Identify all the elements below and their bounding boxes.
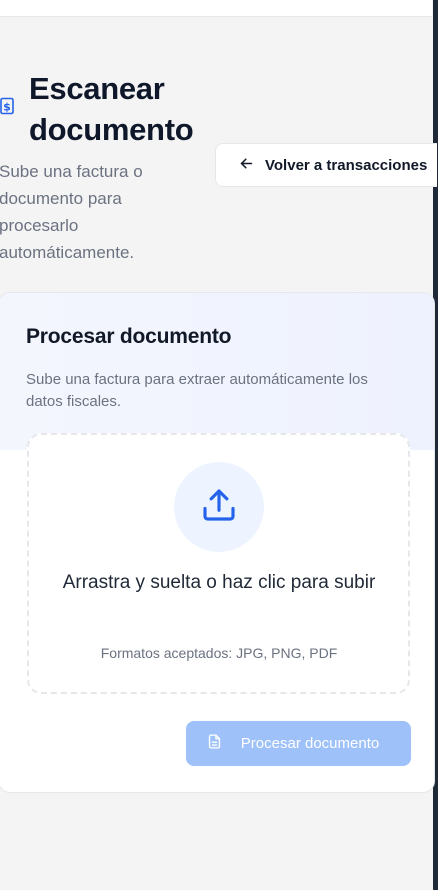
page-title: Escanear documento — [29, 71, 194, 147]
accepted-formats: Formatos aceptados: JPG, PNG, PDF — [100, 645, 338, 661]
card-title: Procesar documento — [26, 325, 232, 348]
document-icon — [206, 733, 241, 754]
dropzone-text: Arrastra y suelta o haz clic para subir — [62, 572, 376, 593]
file-dropzone[interactable]: Arrastra y suelta o haz clic para subir … — [27, 433, 410, 694]
back-to-transactions-button[interactable]: Volver a transacciones — [215, 143, 437, 187]
upload-icon — [198, 484, 240, 531]
process-document-card: Procesar documento Sube una factura para… — [0, 292, 435, 793]
arrow-left-icon — [238, 155, 265, 176]
svg-text:$: $ — [3, 101, 11, 114]
page-subtitle: Sube una factura o documento para proces… — [0, 162, 143, 262]
card-description: Sube una factura para extraer automática… — [26, 371, 368, 410]
back-button-label: Volver a transacciones — [265, 156, 428, 174]
upload-icon-circle — [174, 462, 264, 552]
top-bar — [0, 0, 432, 17]
process-button-label: Procesar documento — [240, 735, 380, 752]
currency-document-icon: $ — [0, 97, 14, 115]
process-document-button[interactable]: Procesar documento — [186, 721, 411, 766]
